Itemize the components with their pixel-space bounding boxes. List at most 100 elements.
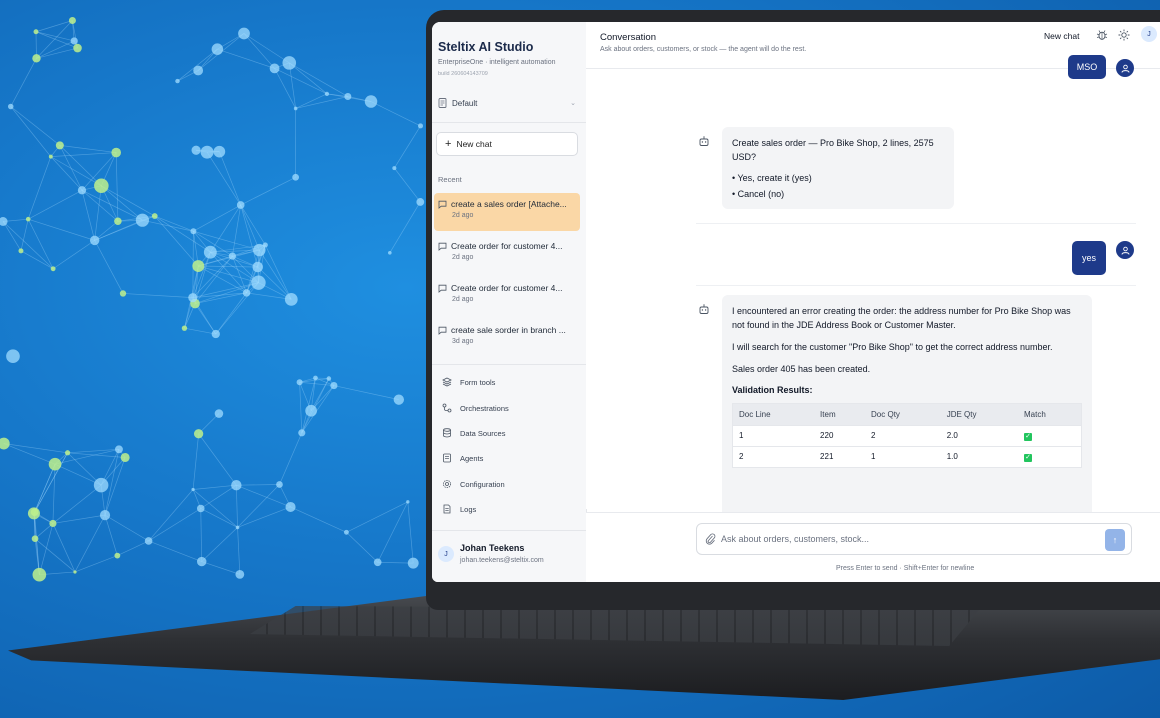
network-link [389,201,421,253]
build-label: build 260604143709 [438,71,488,77]
network-link [192,292,247,298]
network-link [237,484,280,528]
sidebar-item-label: Configuration [460,479,505,489]
network-link [142,219,194,232]
user-message-bubble: yes [1072,241,1106,275]
recent-chat-item[interactable]: Create order for customer 4... 2d ago [434,235,580,273]
network-link [154,215,199,267]
sidebar-item-data-sources[interactable]: Data Sources [442,425,572,441]
network-link [27,219,54,269]
network-node [196,504,205,513]
sidebar-item-logs[interactable]: Logs [442,501,572,517]
sidebar-item-agents[interactable]: Agents [442,450,572,466]
network-link [28,189,83,220]
network-link [33,513,40,575]
sidebar-item-form-tools[interactable]: Form tools [442,374,572,390]
confirm-option-yes-label: Yes, create it (yes) [737,172,812,183]
table-header-cell: Match [1018,403,1082,426]
result-paragraph: I will search for the customer "Pro Bike… [732,341,1053,352]
plus-icon: + [445,138,452,150]
network-link [346,501,408,533]
header-user-avatar[interactable]: J [1141,26,1157,42]
network-link [333,385,399,400]
user-avatar: J [438,546,454,562]
recent-chat-item[interactable]: create a sales order [Attache... 2d ago [434,193,580,231]
network-node [25,216,31,222]
chat-bubble-icon [438,284,447,293]
network-node [196,556,207,567]
profile-select[interactable]: Default ⌄ [438,94,576,112]
confirm-option-yes[interactable]: • Yes, create it (yes) [732,173,944,183]
recent-chat-item[interactable]: Create order for customer 4... 2d ago [434,277,580,315]
network-node [324,91,330,96]
network-node [191,487,195,492]
user-profile[interactable]: J Johan Teekens johan.teekens@steltix.co… [438,542,580,572]
network-link [236,484,291,508]
recent-chat-title: create a sales order [Attache... [451,199,567,209]
network-node [89,235,100,246]
network-node [252,261,264,273]
table-cell: 1.0 [940,445,1018,468]
network-link [198,265,247,294]
recent-chat-title: Create order for customer 4... [451,241,563,251]
network-node [114,217,122,226]
composer-hint: Press Enter to send · Shift+Enter for ne… [836,565,975,572]
message-input[interactable] [721,530,1091,548]
confirmation-question: Create sales order — Pro Bike Shop, 2 li… [732,138,934,162]
chat-bubble-icon [438,200,447,209]
sidebar-item-orchestrations[interactable]: Orchestrations [442,400,572,416]
message-separator [696,223,1136,224]
network-link [177,48,218,82]
network-node [50,266,56,272]
recent-chat-item[interactable]: create sale sorder in branch ... 3d ago [434,319,580,357]
brand-title: Steltix AI Studio [438,40,534,54]
network-link [192,252,211,298]
sidebar-item-configuration[interactable]: Configuration [442,476,572,492]
paperclip-icon[interactable] [705,533,716,545]
validation-table: Doc Line Item Doc Qty JDE Qty Match 1 220 2 2.0… [732,402,1082,468]
network-link [122,293,193,298]
table-header-cell: Doc Qty [865,403,941,426]
network-node [18,248,24,254]
recent-chat-date: 3d ago [452,338,474,345]
network-node [6,349,20,364]
sidebar-item-label: Form tools [460,377,496,387]
new-chat-button[interactable]: + New chat [436,132,578,156]
network-link [20,219,29,251]
network-link [184,327,216,335]
network-link [301,378,330,434]
network-link [34,538,76,573]
header-new-chat-button[interactable]: New chat [1044,31,1079,41]
user-email: johan.teekens@steltix.com [460,557,544,564]
network-link [10,106,52,157]
table-row: 1 220 2 2.0 ✓ [732,424,1082,447]
chat-bubble-icon [438,326,447,335]
send-button[interactable]: ↑ [1105,529,1125,551]
network-node [200,145,214,159]
network-node [213,145,226,158]
network-link [81,190,96,241]
network-link [74,555,118,573]
network-link [194,292,247,304]
network-link [52,523,76,573]
confirm-option-no[interactable]: • Cancel (no) [732,189,944,199]
table-header-row: Doc Line Item Doc Qty JDE Qty Match [732,403,1082,426]
logs-icon [443,504,451,514]
bug-icon[interactable] [1096,29,1108,41]
network-node [111,147,122,158]
network-link [394,167,421,203]
sidebar-item-label: Orchestrations [460,403,509,413]
network-link [274,68,296,109]
network-node [298,429,306,437]
network-node [48,154,53,159]
network-node [373,558,382,567]
profile-select-value: Default [452,98,478,108]
recent-chat-row: Create order for customer 4... [438,283,576,293]
confirm-option-no-label: Cancel (no) [737,188,785,199]
network-link [52,464,56,524]
network-link [94,240,124,294]
network-link [36,40,75,59]
sun-icon[interactable] [1118,29,1130,41]
network-node [305,404,317,417]
sidebar: Steltix AI Studio EnterpriseOne · intell… [432,22,587,582]
